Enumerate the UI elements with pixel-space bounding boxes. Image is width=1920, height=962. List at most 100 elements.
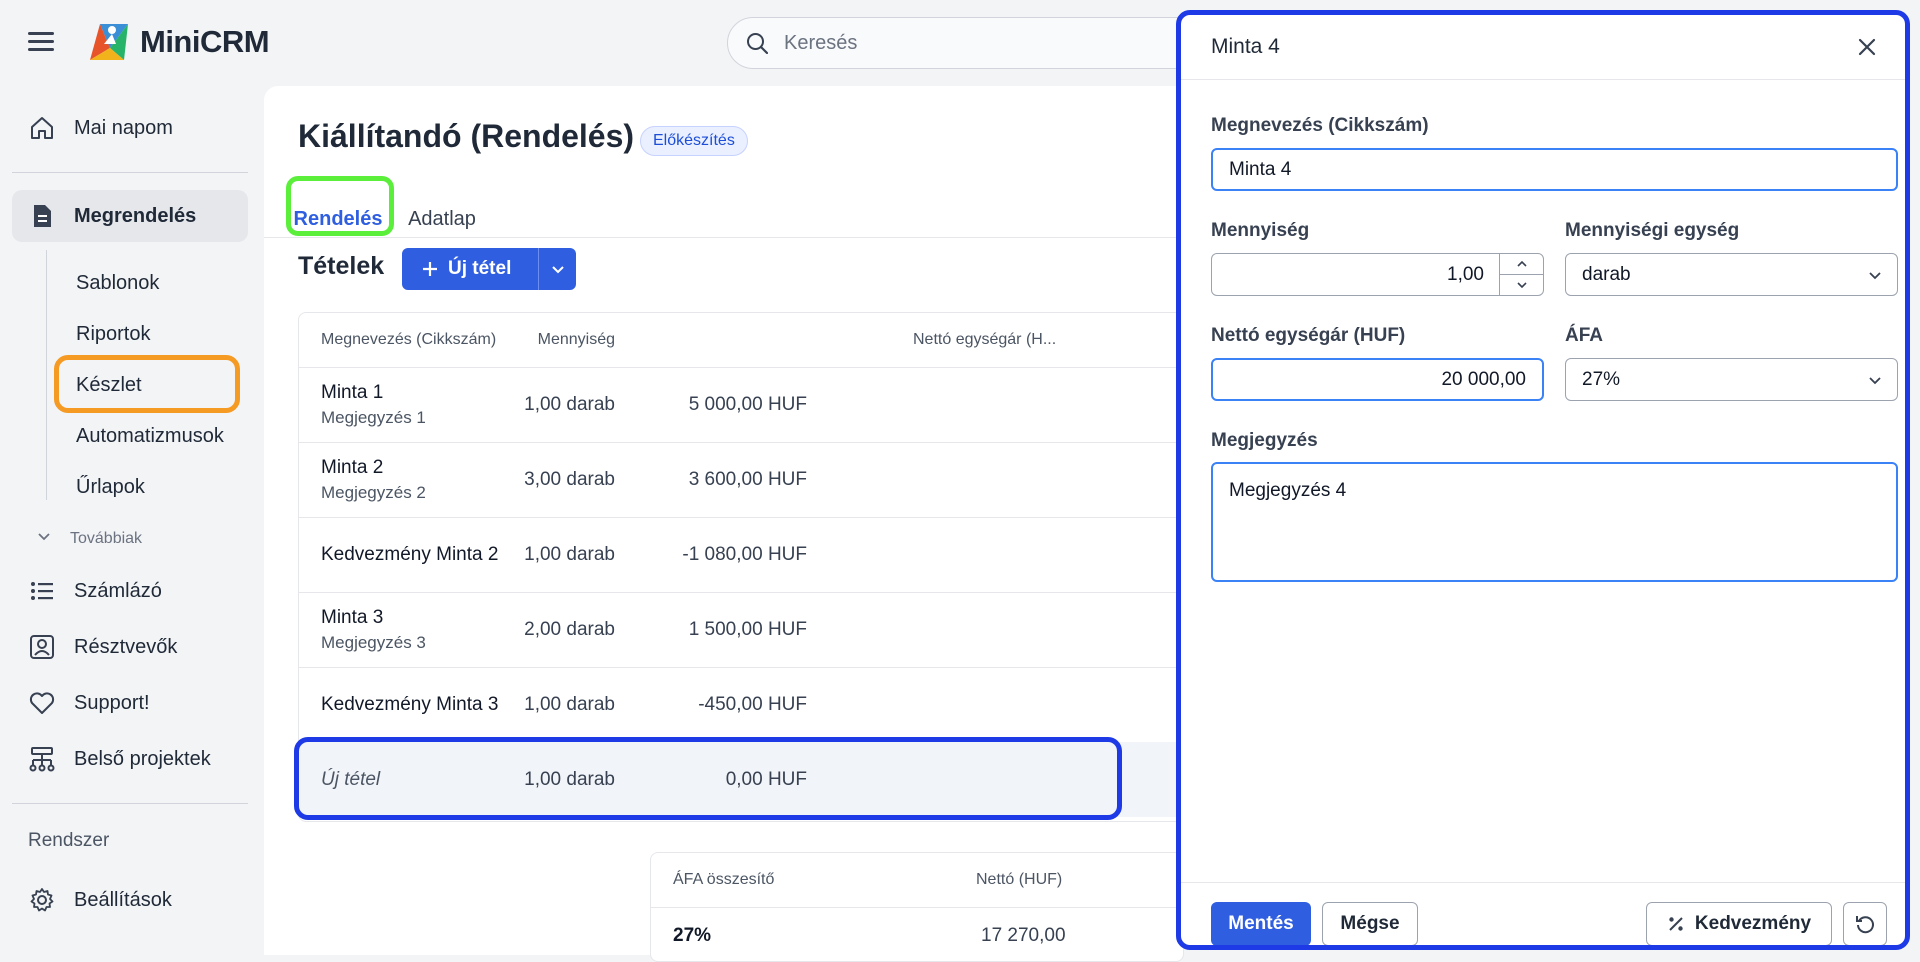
sidebar-item-beallitasok[interactable]: Beállítások xyxy=(12,874,248,926)
qty-field xyxy=(1211,253,1544,296)
sidebar-more-label: Továbbiak xyxy=(70,529,143,547)
sidebar-more-toggle[interactable]: Továbbiak xyxy=(36,528,142,549)
save-button[interactable]: Mentés xyxy=(1211,902,1311,945)
vat-divider xyxy=(651,907,1183,908)
new-item-row[interactable]: Új tétel 1,00 darab 0,00 HUF xyxy=(299,742,1183,817)
table-row[interactable]: Kedvezmény Minta 3 1,00 darab -450,00 HU… xyxy=(299,667,1183,743)
sidebar-item-resztvevok[interactable]: Résztvevők xyxy=(12,621,248,673)
price-label: Nettó egységár (HUF) xyxy=(1211,325,1406,346)
new-item-name: Új tétel xyxy=(321,769,381,790)
sidebar-subitem-riportok[interactable]: Riportok xyxy=(76,323,150,346)
plus-icon xyxy=(423,262,437,276)
note-textarea[interactable]: Megjegyzés 4 xyxy=(1211,462,1898,582)
document-icon xyxy=(28,202,56,230)
sidebar: Mai napom Megrendelés Sablonok Riportok … xyxy=(0,90,262,955)
sidebar-divider xyxy=(12,803,248,804)
item-price: 1 500,00 HUF xyxy=(688,619,807,640)
vat-net: 17 270,00 xyxy=(981,925,1066,946)
sidebar-item-label: Megrendelés xyxy=(74,204,197,227)
item-price: 3 600,00 HUF xyxy=(688,469,807,490)
search-input[interactable] xyxy=(782,30,1086,56)
unit-value: darab xyxy=(1582,263,1631,285)
sidebar-item-megrendeles[interactable]: Megrendelés xyxy=(12,190,248,242)
item-name: Minta 1 xyxy=(321,382,384,403)
chevron-up-icon xyxy=(1516,260,1527,267)
sidebar-subitem-urlapok[interactable]: Űrlapok xyxy=(76,476,145,499)
sidebar-item-support[interactable]: Support! xyxy=(12,677,248,729)
home-icon xyxy=(28,114,56,142)
vat-value: 27% xyxy=(1582,368,1621,390)
item-note: Megjegyzés 2 xyxy=(321,483,426,502)
new-item-button-group: Új tétel xyxy=(402,248,576,290)
price-input[interactable] xyxy=(1211,358,1544,401)
note-label: Megjegyzés xyxy=(1211,430,1318,451)
item-edit-panel: Minta 4 Megnevezés (Cikkszám) Mennyiség … xyxy=(1176,10,1910,950)
close-button[interactable] xyxy=(1853,33,1881,61)
table-row[interactable]: Kedvezmény Minta 2 1,00 darab -1 080,00 … xyxy=(299,517,1183,593)
sidebar-subitem-keszlet[interactable]: Készlet xyxy=(76,374,142,397)
unit-select[interactable]: darab xyxy=(1565,253,1898,296)
section-title: Tételek xyxy=(298,252,385,280)
vat-label: ÁFA xyxy=(1565,325,1603,346)
vat-header-net: Nettó (HUF) xyxy=(976,871,1063,888)
panel-footer-divider xyxy=(1181,882,1905,883)
item-name: Kedvezmény Minta 3 xyxy=(321,694,499,715)
items-table: Megnevezés (Cikkszám) Mennyiség Nettó eg… xyxy=(298,312,1184,822)
sidebar-item-label: Belső projektek xyxy=(74,747,211,770)
sidebar-item-belso-projektek[interactable]: Belső projektek xyxy=(12,733,248,785)
sidebar-item-label: Számlázó xyxy=(74,579,162,602)
item-price: 5 000,00 HUF xyxy=(688,394,807,415)
column-header-qty: Mennyiség xyxy=(537,331,615,348)
qty-decrement-button[interactable] xyxy=(1500,275,1543,295)
sidebar-item-szamlazo[interactable]: Számlázó xyxy=(12,565,248,617)
contact-card-icon xyxy=(28,633,56,661)
new-item-button[interactable]: Új tétel xyxy=(402,248,538,290)
item-note: Megjegyzés 3 xyxy=(321,633,426,652)
discount-label: Kedvezmény xyxy=(1694,913,1812,934)
close-icon xyxy=(1858,38,1876,56)
search-bar[interactable] xyxy=(727,17,1207,69)
sidebar-subitem-automatizmusok[interactable]: Automatizmusok xyxy=(76,425,224,448)
reset-button[interactable] xyxy=(1843,902,1887,945)
name-label: Megnevezés (Cikkszám) xyxy=(1211,115,1429,136)
minicrm-logo-icon xyxy=(90,24,128,60)
hamburger-menu-icon[interactable] xyxy=(28,32,54,52)
item-qty: 2,00 darab xyxy=(524,619,615,640)
sidebar-divider xyxy=(12,172,248,173)
qty-input[interactable] xyxy=(1212,254,1498,295)
qty-increment-button[interactable] xyxy=(1500,254,1543,275)
submenu-line xyxy=(46,250,47,500)
new-item-dropdown-button[interactable] xyxy=(538,248,576,290)
item-price: -1 080,00 HUF xyxy=(682,544,807,565)
table-header: Megnevezés (Cikkszám) Mennyiség Nettó eg… xyxy=(299,313,1183,368)
name-input[interactable] xyxy=(1211,148,1898,191)
vat-select[interactable]: 27% xyxy=(1565,358,1898,401)
discount-button[interactable]: Kedvezmény xyxy=(1646,902,1832,945)
search-icon xyxy=(747,33,768,54)
column-header-name: Megnevezés (Cikkszám) xyxy=(321,331,497,348)
vat-rate: 27% xyxy=(673,925,712,946)
status-badge: Előkészítés xyxy=(640,126,748,156)
vat-summary: ÁFA összesítő Nettó (HUF) 27% 17 270,00 xyxy=(650,852,1184,962)
item-name: Minta 2 xyxy=(321,457,384,478)
new-item-qty: 1,00 darab xyxy=(524,769,615,790)
cancel-button[interactable]: Mégse xyxy=(1322,902,1418,945)
new-item-label: Új tétel xyxy=(448,258,512,279)
org-chart-icon xyxy=(28,745,56,773)
chevron-down-icon xyxy=(1869,376,1881,384)
page-title: Kiállítandó (Rendelés) xyxy=(298,118,635,154)
panel-header-divider xyxy=(1181,79,1905,80)
column-header-price: Nettó egységár (H... xyxy=(913,331,1057,348)
item-qty: 1,00 darab xyxy=(524,544,615,565)
table-row[interactable]: Minta 2 Megjegyzés 2 3,00 darab 3 600,00… xyxy=(299,442,1183,518)
sidebar-item-mai-napom[interactable]: Mai napom xyxy=(12,102,248,154)
item-qty: 3,00 darab xyxy=(524,469,615,490)
app-logo[interactable]: MiniCRM xyxy=(86,20,270,64)
item-name: Minta 3 xyxy=(321,607,384,628)
gear-icon xyxy=(28,886,56,914)
table-row[interactable]: Minta 3 Megjegyzés 3 2,00 darab 1 500,00… xyxy=(299,592,1183,668)
percent-icon xyxy=(1669,917,1683,931)
sidebar-subitem-sablonok[interactable]: Sablonok xyxy=(76,272,159,295)
table-row[interactable]: Minta 1 Megjegyzés 1 1,00 darab 5 000,00… xyxy=(299,367,1183,443)
qty-label: Mennyiség xyxy=(1211,220,1310,241)
